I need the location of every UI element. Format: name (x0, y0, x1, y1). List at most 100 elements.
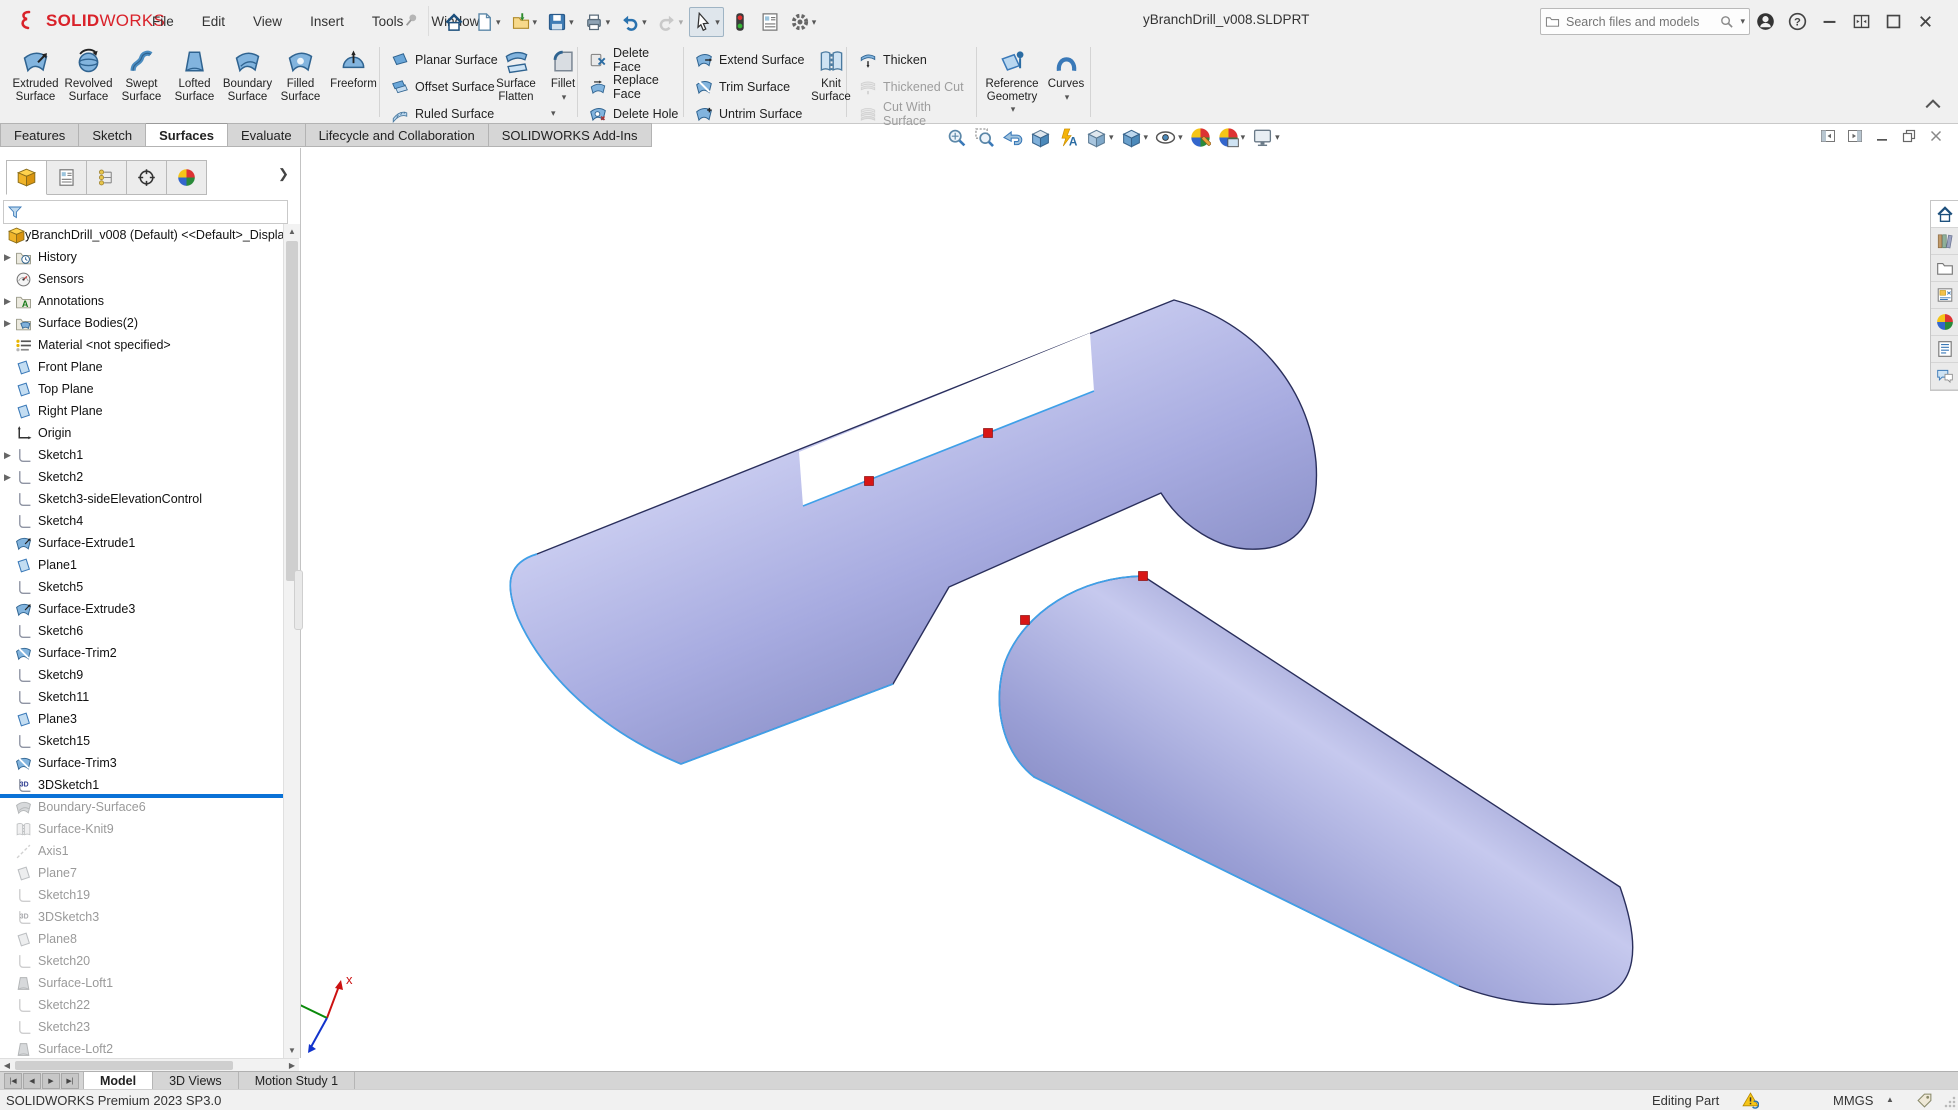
panel-tab-configurationmanager[interactable] (87, 160, 127, 195)
tree-item-sketch19[interactable]: Sketch19 (0, 884, 283, 906)
search-icon[interactable] (1719, 14, 1734, 29)
doc-tab-motion-study-1[interactable]: Motion Study 1 (239, 1072, 355, 1090)
edit-appearance-button[interactable] (1188, 126, 1213, 149)
file-properties-button[interactable] (756, 7, 784, 37)
dropdown-icon[interactable]: ▾ (1011, 105, 1016, 114)
first-tab-button[interactable]: |◀ (4, 1073, 22, 1089)
tree-item-sensors[interactable]: Sensors (0, 268, 283, 290)
units-selector[interactable]: MMGS (1833, 1093, 1873, 1108)
surface-flatten-button[interactable]: SurfaceFlatten (486, 45, 546, 104)
view-settings-button[interactable]: ▾ (1250, 126, 1282, 149)
hide-show-items-button[interactable]: ▾ (1153, 126, 1185, 149)
tab-features[interactable]: Features (0, 123, 79, 147)
panel-splitter-handle[interactable] (294, 570, 303, 630)
menu-edit[interactable]: Edit (190, 10, 237, 33)
tree-item-surface-bodies-2-[interactable]: ▶Surface Bodies(2) (0, 312, 283, 334)
expand-arrow-icon[interactable]: ▶ (0, 296, 15, 307)
tree-item-surface-extrude3[interactable]: Surface-Extrude3 (0, 598, 283, 620)
boundary-surface-button[interactable]: BoundarySurface (220, 45, 275, 104)
doc-tab-3d-views[interactable]: 3D Views (153, 1072, 239, 1090)
dropdown-icon[interactable]: ▾ (606, 18, 611, 27)
doc-minimize-icon[interactable] (1874, 128, 1890, 144)
undo-button[interactable]: ▾ (616, 7, 651, 37)
tree-item-sketch9[interactable]: Sketch9 (0, 664, 283, 686)
dropdown-icon[interactable]: ▾ (1144, 133, 1149, 142)
tree-item-top-plane[interactable]: Top Plane (0, 378, 283, 400)
tree-item-right-plane[interactable]: Right Plane (0, 400, 283, 422)
dropdown-icon[interactable]: ▾ (562, 93, 567, 102)
tree-item-sketch15[interactable]: Sketch15 (0, 730, 283, 752)
tree-item-surface-trim2[interactable]: Surface-Trim2 (0, 642, 283, 664)
fillet-button[interactable]: Fillet▾ (544, 45, 582, 103)
curves-button[interactable]: Curves▾ (1044, 45, 1088, 103)
scroll-down-icon[interactable]: ▼ (284, 1043, 300, 1058)
tree-item-sketch3-sideelevationcontrol[interactable]: Sketch3-sideElevationControl (0, 488, 283, 510)
panel-tabs-expand-icon[interactable]: ❯ (278, 166, 289, 182)
dynamic-annotation-views-button[interactable]: A (1056, 126, 1081, 149)
dropdown-icon[interactable]: ▾ (679, 18, 684, 27)
tree-item-sketch1[interactable]: ▶Sketch1 (0, 444, 283, 466)
window-split-icon[interactable] (1852, 12, 1871, 31)
select-button[interactable]: ▾ (689, 7, 724, 37)
new-document-button[interactable]: ▾ (470, 7, 505, 37)
dropdown-icon[interactable]: ▾ (642, 18, 647, 27)
dropdown-icon[interactable]: ▾ (1241, 133, 1246, 142)
section-view-button[interactable] (1028, 126, 1053, 149)
file-explorer-button[interactable] (1931, 255, 1958, 282)
dropdown-icon[interactable]: ▾ (812, 18, 817, 27)
collapse-ribbon-icon[interactable] (1924, 98, 1942, 110)
view-palette-button[interactable] (1931, 282, 1958, 309)
tree-item-surface-trim3[interactable]: Surface-Trim3 (0, 752, 283, 774)
tree-item-sketch23[interactable]: Sketch23 (0, 1016, 283, 1038)
extruded-surface-button[interactable]: ExtrudedSurface (8, 45, 63, 104)
design-library-button[interactable] (1931, 228, 1958, 255)
expand-arrow-icon[interactable]: ▶ (0, 450, 15, 461)
tree-item-plane7[interactable]: Plane7 (0, 862, 283, 884)
scrollbar-thumb[interactable] (286, 241, 298, 581)
thicken-button[interactable]: Thicken (854, 46, 976, 73)
vertex-marker[interactable] (865, 477, 874, 486)
options-button[interactable]: ▾ (786, 7, 821, 37)
tree-filter-box[interactable] (3, 200, 288, 224)
tree-item-surface-loft1[interactable]: Surface-Loft1 (0, 972, 283, 994)
dropdown-icon[interactable]: ▾ (551, 108, 556, 119)
surface-body-branch[interactable] (999, 576, 1632, 1004)
tab-evaluate[interactable]: Evaluate (228, 123, 306, 147)
dropdown-icon[interactable]: ▾ (1065, 93, 1070, 102)
dropdown-icon[interactable]: ▾ (715, 18, 720, 27)
previous-view-button[interactable] (1000, 126, 1025, 149)
pin-icon[interactable] (402, 11, 420, 29)
search-dropdown-icon[interactable]: ▾ (1740, 17, 1745, 26)
tree-item-sketch20[interactable]: Sketch20 (0, 950, 283, 972)
maximize-icon[interactable] (1884, 12, 1903, 31)
minimize-icon[interactable] (1820, 12, 1839, 31)
vertex-marker[interactable] (1021, 616, 1030, 625)
tree-item-surface-knit9[interactable]: Surface-Knit9 (0, 818, 283, 840)
tree-item-origin[interactable]: Origin (0, 422, 283, 444)
tree-vertical-scrollbar[interactable]: ▲ ▼ (283, 224, 300, 1058)
scrollbar-thumb[interactable] (15, 1061, 233, 1070)
tags-icon[interactable] (1916, 1092, 1933, 1109)
dropdown-icon[interactable]: ▾ (533, 18, 538, 27)
tree-item-axis1[interactable]: Axis1 (0, 840, 283, 862)
menu-file[interactable]: File (140, 10, 186, 33)
vertex-marker[interactable] (1139, 572, 1148, 581)
view-orientation-button[interactable]: ▾ (1084, 126, 1116, 149)
revolved-surface-button[interactable]: RevolvedSurface (61, 45, 116, 104)
pane-right-icon[interactable] (1847, 128, 1863, 144)
knit-surface-button[interactable]: KnitSurface (808, 45, 854, 104)
trim-surface-button[interactable]: Trim Surface (690, 73, 810, 100)
menu-insert[interactable]: Insert (298, 10, 356, 33)
tab-lifecycle-and-collaboration[interactable]: Lifecycle and Collaboration (306, 123, 489, 147)
panel-tab-displaymanager[interactable] (167, 160, 207, 195)
doc-tab-model[interactable]: Model (83, 1072, 153, 1090)
menu-view[interactable]: View (241, 10, 294, 33)
tree-item-sketch2[interactable]: ▶Sketch2 (0, 466, 283, 488)
tree-root-item[interactable]: yBranchDrill_v008 (Default) <<Default>_D… (0, 224, 283, 246)
pane-left-icon[interactable] (1820, 128, 1836, 144)
display-style-button[interactable]: ▾ (1119, 126, 1151, 149)
panel-tab-propertymanager[interactable] (47, 160, 87, 195)
tree-item-plane1[interactable]: Plane1 (0, 554, 283, 576)
tree-item-sketch11[interactable]: Sketch11 (0, 686, 283, 708)
doc-restore-icon[interactable] (1901, 128, 1917, 144)
